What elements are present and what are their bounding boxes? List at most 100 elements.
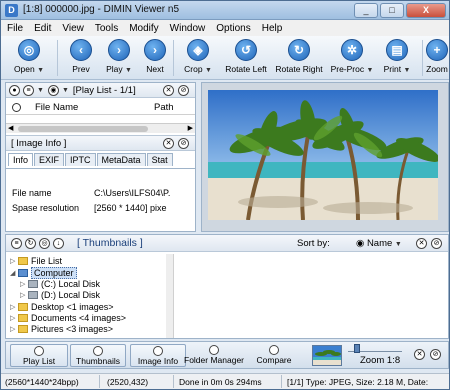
navigator-thumbnail[interactable] bbox=[312, 345, 342, 366]
pin-icon[interactable]: ⊘ bbox=[431, 238, 442, 249]
close-icon[interactable]: ✕ bbox=[414, 349, 425, 360]
expand-icon[interactable]: ▷ bbox=[20, 280, 28, 288]
dropdown-arrow-icon[interactable]: ▼ bbox=[205, 67, 212, 74]
status-column-icon bbox=[12, 102, 21, 112]
play-button[interactable]: › Play ▼ bbox=[101, 39, 137, 74]
expand-icon[interactable]: ▷ bbox=[10, 325, 18, 333]
zoom-button[interactable]: + Zoom bbox=[425, 39, 449, 74]
dropdown-arrow-icon: ▼ bbox=[394, 241, 402, 248]
dropdown-arrow-icon[interactable]: ▼ bbox=[62, 87, 69, 94]
dropdown-arrow-icon[interactable]: ▼ bbox=[366, 67, 373, 74]
info-value: C:\Users\ILFS04\P. bbox=[94, 188, 171, 198]
expand-icon[interactable]: ▷ bbox=[10, 314, 18, 322]
dropdown-arrow-icon[interactable]: ▼ bbox=[403, 67, 410, 74]
expand-icon[interactable]: ▷ bbox=[20, 291, 28, 299]
menu-view[interactable]: View bbox=[62, 23, 84, 34]
menu-tools[interactable]: Tools bbox=[95, 23, 118, 34]
app-window: D [1:8] 000000.jpg - DIMIN Viewer n5 _ □… bbox=[0, 0, 450, 390]
play-icon: › bbox=[108, 39, 130, 61]
tab-exif[interactable]: EXIF bbox=[34, 153, 65, 166]
close-button[interactable]: X bbox=[406, 3, 446, 18]
open-label: Open bbox=[13, 64, 35, 74]
tree-scrollbar[interactable] bbox=[166, 254, 173, 338]
tree-label: (D:) Local Disk bbox=[41, 290, 101, 300]
compare-button[interactable]: Compare bbox=[250, 344, 298, 367]
left-pane: ● ≡ ▼ ◉ ▼ [Play List - 1/1] ✕ ⊘ File Nam… bbox=[5, 82, 196, 232]
tree-item-file-list[interactable]: ▷ File List bbox=[10, 256, 62, 266]
expand-icon[interactable]: ▷ bbox=[10, 257, 18, 265]
record-icon[interactable]: ● bbox=[9, 84, 20, 96]
preproc-button[interactable]: ✲ Pre-Proc ▼ bbox=[327, 39, 377, 74]
print-button[interactable]: ▤ Print ▼ bbox=[377, 39, 417, 74]
list-icon[interactable]: ≡ bbox=[23, 84, 34, 96]
folder-icon bbox=[18, 257, 28, 265]
pin-icon[interactable]: ⊘ bbox=[178, 138, 189, 149]
title-bar[interactable]: D [1:8] 000000.jpg - DIMIN Viewer n5 _ □… bbox=[1, 1, 449, 20]
tree-item-c-drive[interactable]: ▷ (C:) Local Disk bbox=[20, 279, 100, 289]
info-row: Spase resolution [2560 * 1440] pixe bbox=[12, 203, 167, 213]
close-icon[interactable]: ✕ bbox=[416, 238, 427, 249]
tree-item-pictures[interactable]: ▷ Pictures <3 images> bbox=[10, 324, 113, 334]
crop-button[interactable]: ◈ Crop ▼ bbox=[181, 39, 215, 74]
list-icon[interactable]: ≡ bbox=[11, 237, 22, 249]
open-button[interactable]: ◎ Open ▼ bbox=[9, 39, 49, 74]
playlist-scrollbar[interactable]: ◀ ▶ bbox=[6, 123, 195, 133]
minimize-button[interactable]: _ bbox=[354, 3, 378, 18]
list-icon bbox=[34, 346, 44, 356]
expand-icon[interactable]: ▷ bbox=[10, 303, 18, 311]
menu-help[interactable]: Help bbox=[262, 23, 283, 34]
folder-icon bbox=[209, 345, 219, 355]
thumbnails-pane: ≡ ↻ ◎ ↓ [ Thumbnails ] Sort by: ◉ Name ▼… bbox=[5, 234, 449, 339]
dropdown-arrow-icon[interactable]: ▼ bbox=[37, 67, 44, 74]
menu-window[interactable]: Window bbox=[170, 23, 206, 34]
tab-iptc[interactable]: IPTC bbox=[65, 153, 96, 166]
tab-stat[interactable]: Stat bbox=[146, 153, 173, 166]
rotate-right-button[interactable]: ↻ Rotate Right bbox=[273, 39, 325, 74]
menu-options[interactable]: Options bbox=[216, 23, 250, 34]
status-timing: Done in 0m 0s 294ms bbox=[179, 377, 262, 387]
tree-item-computer[interactable]: ◢ Computer bbox=[10, 267, 77, 279]
playlist-columns: File Name Path bbox=[6, 100, 195, 115]
pin-icon[interactable]: ⊘ bbox=[178, 85, 189, 96]
tree-item-documents[interactable]: ▷ Documents <4 images> bbox=[10, 313, 126, 323]
toolbar-separator bbox=[173, 40, 174, 76]
photo-beach-palms[interactable] bbox=[208, 90, 438, 220]
scroll-left-icon[interactable]: ◀ bbox=[8, 124, 13, 132]
image-info-button[interactable]: Image Info bbox=[130, 344, 186, 367]
close-icon[interactable]: ✕ bbox=[163, 85, 174, 96]
tree-item-d-drive[interactable]: ▷ (D:) Local Disk bbox=[20, 290, 100, 300]
play-list-button[interactable]: Play List bbox=[10, 344, 68, 367]
sort-by-dropdown[interactable]: ◉ Name ▼ bbox=[356, 238, 402, 249]
info-key: Spase resolution bbox=[12, 203, 80, 213]
menu-modify[interactable]: Modify bbox=[129, 23, 158, 34]
thumbnails-button[interactable]: Thumbnails bbox=[70, 344, 126, 367]
dropdown-arrow-icon[interactable]: ▼ bbox=[37, 87, 44, 94]
folder-icon bbox=[18, 314, 28, 322]
mini-photo bbox=[313, 346, 341, 365]
refresh-icon[interactable]: ↻ bbox=[25, 237, 36, 249]
tab-info[interactable]: Info bbox=[8, 153, 34, 166]
pin-icon[interactable]: ⊘ bbox=[430, 349, 441, 360]
scrollbar-thumb[interactable] bbox=[18, 126, 148, 132]
column-path[interactable]: Path bbox=[154, 102, 174, 113]
menu-file[interactable]: File bbox=[7, 23, 23, 34]
image-view[interactable] bbox=[201, 82, 449, 232]
folder-manager-button[interactable]: Folder Manager bbox=[184, 344, 244, 367]
tree-item-desktop[interactable]: ▷ Desktop <1 images> bbox=[10, 302, 114, 312]
rotate-left-button[interactable]: ↺ Rotate Left bbox=[221, 39, 271, 74]
close-icon[interactable]: ✕ bbox=[163, 138, 174, 149]
tab-metadata[interactable]: MetaData bbox=[96, 153, 146, 166]
zoom-slider-handle[interactable] bbox=[354, 344, 360, 353]
next-button[interactable]: › Next bbox=[141, 39, 169, 74]
tree-label: Desktop <1 images> bbox=[31, 302, 114, 312]
prev-button[interactable]: ‹ Prev bbox=[67, 39, 95, 74]
eye-icon[interactable]: ◉ bbox=[47, 84, 59, 96]
scroll-right-icon[interactable]: ▶ bbox=[188, 124, 193, 132]
maximize-button[interactable]: □ bbox=[380, 3, 404, 18]
dropdown-arrow-icon[interactable]: ▼ bbox=[125, 67, 132, 74]
column-file-name[interactable]: File Name bbox=[35, 102, 78, 113]
view-mode-icon[interactable]: ◎ bbox=[39, 237, 50, 249]
download-icon[interactable]: ↓ bbox=[53, 237, 64, 249]
menu-edit[interactable]: Edit bbox=[34, 23, 51, 34]
collapse-icon[interactable]: ◢ bbox=[10, 269, 18, 277]
